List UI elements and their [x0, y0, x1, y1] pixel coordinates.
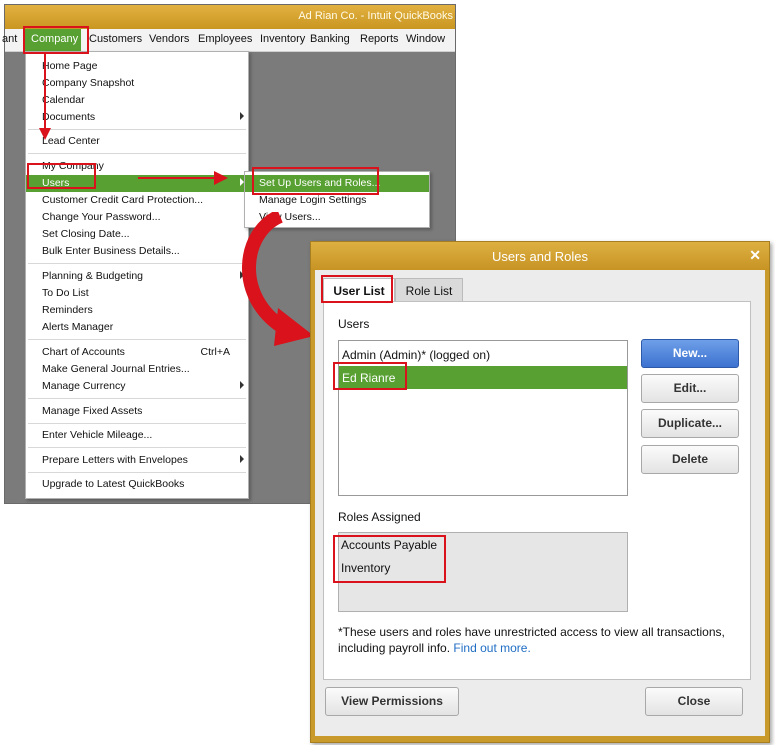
menu-separator [28, 398, 246, 399]
find-out-more-link[interactable]: Find out more. [453, 641, 530, 655]
menu-separator [28, 339, 246, 340]
menu-reports[interactable]: Reports [360, 33, 399, 45]
submenu-arrow-icon [240, 381, 244, 389]
menu-item-fixed-assets[interactable]: Manage Fixed Assets [26, 403, 248, 420]
roles-assigned-label: Roles Assigned [338, 510, 421, 524]
menu-vendors[interactable]: Vendors [149, 33, 189, 45]
menu-item-prepare-letters[interactable]: Prepare Letters with Envelopes [26, 452, 248, 469]
dialog-title: Users and Roles [491, 249, 589, 264]
menu-item-calendar[interactable]: Calendar [26, 92, 248, 109]
close-icon[interactable]: ✕ [749, 247, 761, 264]
menu-separator [28, 129, 246, 130]
menu-separator [28, 447, 246, 448]
menu-customers[interactable]: Customers [89, 33, 142, 45]
highlight-company-menu [23, 26, 89, 54]
menu-item-to-do-list[interactable]: To Do List [26, 285, 248, 302]
duplicate-button[interactable]: Duplicate... [641, 409, 739, 438]
access-footnote: *These users and roles have unrestricted… [338, 624, 738, 656]
footnote-text: *These users and roles have unrestricted… [338, 625, 725, 655]
dialog-body: User List Role List Users Admin (Admin)*… [315, 270, 765, 736]
menu-item-home-page[interactable]: Home Page [26, 58, 248, 75]
menu-separator [28, 263, 246, 264]
menu-item-documents[interactable]: Documents [26, 109, 248, 126]
users-and-roles-dialog: Users and Roles ✕ User List Role List Us… [310, 241, 770, 743]
menu-accountant[interactable]: ant [2, 33, 17, 45]
submenu-arrow-icon [240, 455, 244, 463]
menu-separator [28, 472, 246, 473]
user-list-panel: Users Admin (Admin)* (logged on) Ed Rian… [323, 301, 751, 680]
menu-item-upgrade[interactable]: Upgrade to Latest QuickBooks [26, 476, 248, 493]
menu-item-alerts-manager[interactable]: Alerts Manager [26, 319, 248, 336]
menu-item-journal-entries[interactable]: Make General Journal Entries... [26, 361, 248, 378]
edit-button[interactable]: Edit... [641, 374, 739, 403]
highlight-user-list-tab [321, 275, 393, 303]
annotation-arrow-line [44, 52, 46, 134]
menu-item-set-closing-date[interactable]: Set Closing Date... [26, 226, 248, 243]
window-title: Ad Rian Co. - Intuit QuickBooks [298, 10, 453, 22]
annotation-arrow-line [138, 177, 218, 179]
menu-item-vehicle-mileage[interactable]: Enter Vehicle Mileage... [26, 427, 248, 444]
menu-item-manage-currency[interactable]: Manage Currency [26, 378, 248, 395]
menu-item-change-password[interactable]: Change Your Password... [26, 209, 248, 226]
menu-item-planning-budgeting[interactable]: Planning & Budgeting [26, 268, 248, 285]
menu-item-credit-card-protection[interactable]: Customer Credit Card Protection... [26, 192, 248, 209]
menu-inventory[interactable]: Inventory [260, 33, 305, 45]
delete-button[interactable]: Delete [641, 445, 739, 474]
menu-separator [28, 153, 246, 154]
menu-item-lead-center[interactable]: Lead Center [26, 133, 248, 150]
users-label: Users [338, 317, 370, 331]
highlight-roles-assigned [333, 535, 446, 583]
arrow-down-icon [39, 128, 51, 140]
menu-item-reminders[interactable]: Reminders [26, 302, 248, 319]
highlight-selected-user [333, 362, 407, 390]
menu-item-bulk-enter[interactable]: Bulk Enter Business Details... [26, 243, 248, 260]
menu-separator [28, 423, 246, 424]
close-button[interactable]: Close [645, 687, 743, 716]
new-button[interactable]: New... [641, 339, 739, 368]
curved-arrow-icon [242, 212, 314, 346]
highlight-users-item [27, 163, 96, 189]
company-menu: Home Page Company Snapshot Calendar Docu… [25, 51, 249, 499]
shortcut-label: Ctrl+A [200, 346, 230, 358]
menu-employees[interactable]: Employees [198, 33, 252, 45]
menu-item-company-snapshot[interactable]: Company Snapshot [26, 75, 248, 92]
arrow-right-icon [214, 171, 228, 185]
menu-item-chart-of-accounts[interactable]: Chart of Accounts Ctrl+A [26, 344, 248, 361]
highlight-set-up-users [252, 167, 379, 195]
view-permissions-button[interactable]: View Permissions [325, 687, 459, 716]
tab-role-list[interactable]: Role List [395, 278, 463, 303]
menu-window[interactable]: Window [406, 33, 445, 45]
menu-banking[interactable]: Banking [310, 33, 350, 45]
submenu-arrow-icon [240, 112, 244, 120]
dialog-title-bar: Users and Roles ✕ [311, 242, 769, 270]
